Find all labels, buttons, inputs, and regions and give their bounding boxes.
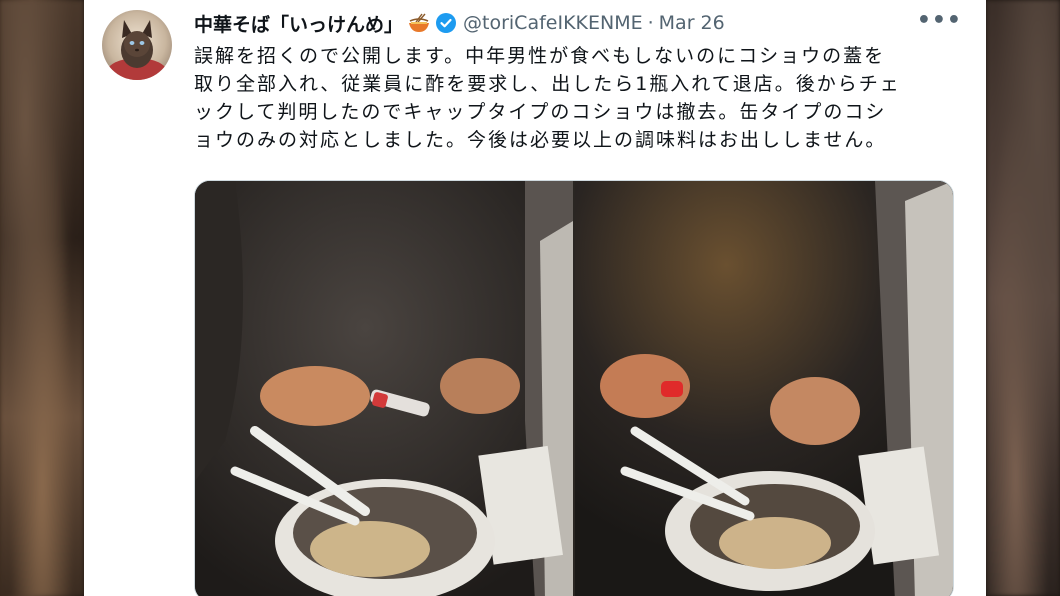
more-options-icon[interactable]: ••• — [917, 8, 962, 33]
blurred-background-left — [0, 0, 84, 596]
tweet-text-line: 誤解を招くので公開します。中年男性が食べもしないのにコショウの蓋を — [194, 45, 886, 67]
verified-badge-icon — [435, 12, 457, 34]
tweet-text-line: ョウのみの対応としました。今後は必要以上の調味料はお出ししません。 — [194, 129, 887, 151]
tweet-media[interactable] — [194, 180, 954, 596]
tweet-date[interactable]: Mar 26 — [659, 12, 725, 34]
avatar[interactable] — [102, 10, 172, 80]
tweet-text-line: ックして判明したのでキャップタイプのコショウは撤去。缶タイプのコシ — [194, 101, 887, 123]
media-photo-right[interactable] — [575, 181, 953, 596]
user-handle[interactable]: @toriCafeIKKENME — [463, 12, 643, 34]
tweet-text-line: 取り全部入れ、従業員に酢を要求し、出したら1瓶入れて退店。後からチェ — [194, 73, 901, 95]
tweet-card: 中華そば「いっけんめ」 @toriCafeIKKENME · Mar 26 ••… — [84, 0, 986, 596]
header-separator: · — [647, 12, 654, 34]
tweet-header: 中華そば「いっけんめ」 @toriCafeIKKENME · Mar 26 — [194, 8, 962, 38]
blurred-background-right — [986, 0, 1060, 596]
ramen-bowl-icon — [407, 12, 431, 34]
display-name[interactable]: 中華そば「いっけんめ」 — [194, 10, 403, 37]
media-photo-left[interactable] — [195, 181, 573, 596]
tweet-text: 誤解を招くので公開します。中年男性が食べもしないのにコショウの蓋を 取り全部入れ… — [194, 42, 954, 154]
